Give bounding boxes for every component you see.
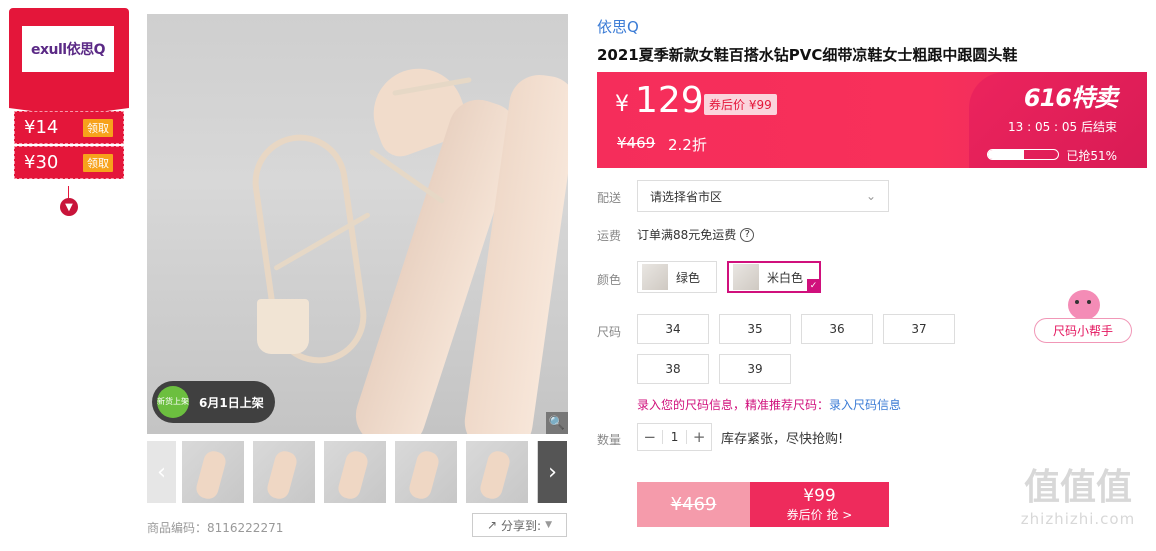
new-arrival-badge: 新货上架 6月1日上架 xyxy=(152,381,275,423)
price-currency: ¥ xyxy=(615,92,629,117)
promo-panel: 616特卖 13 : 05 : 05 后结束 已抢51% xyxy=(969,72,1147,168)
size-helper-button[interactable]: 尺码小帮手 xyxy=(1034,318,1132,343)
share-label: 分享到: xyxy=(501,518,542,533)
question-icon[interactable]: ? xyxy=(740,227,755,242)
quantity-label: 数量 xyxy=(597,433,622,447)
coupon-amount: ¥30 xyxy=(24,152,59,173)
arrival-date: 6月1日上架 xyxy=(199,395,264,410)
thumbnail[interactable] xyxy=(182,441,246,503)
chevron-left-icon: ‹ xyxy=(157,459,166,485)
coupon-amount: ¥14 xyxy=(24,117,59,138)
share-button[interactable]: ↗ 分享到: ▼ xyxy=(472,513,567,537)
region-select[interactable]: 请选择省市区 ⌄ xyxy=(637,180,889,212)
original-price: ¥469 xyxy=(617,134,656,152)
sold-progress xyxy=(987,149,1059,160)
color-option-beige[interactable]: 米白色 xyxy=(727,261,821,293)
chevron-right-icon: › xyxy=(548,459,557,485)
color-option-green[interactable]: 绿色 xyxy=(637,261,717,293)
mascot-icon xyxy=(1068,290,1100,320)
thumbnail-strip xyxy=(182,441,538,503)
freight-label: 运费 xyxy=(597,229,622,243)
quantity-stepper: − 1 + xyxy=(637,423,712,451)
size-hint: 录入您的尺码信息，精准推荐尺码：录入尺码信息 xyxy=(637,396,901,413)
new-arrival-dot: 新货上架 xyxy=(157,386,189,418)
thumbnail[interactable] xyxy=(324,441,386,503)
countdown: 13 : 05 : 05 后结束 xyxy=(1008,120,1117,134)
zoom-icon[interactable]: 🔍 xyxy=(546,412,568,434)
heel-shape xyxy=(257,299,309,354)
increase-button[interactable]: + xyxy=(687,428,711,446)
price-box: ¥ 129 券后价 ¥99 ¥469 2.2折 616特卖 13 : 05 : … xyxy=(597,72,1147,168)
thumbnail[interactable] xyxy=(466,441,528,503)
discount: 2.2折 xyxy=(668,136,707,154)
freight-info: 订单满88元免运费 ? xyxy=(637,226,755,243)
size-helper[interactable]: 尺码小帮手 xyxy=(1034,290,1132,345)
size-option[interactable]: 36 xyxy=(801,314,873,344)
after-coupon-price: 券后价 ¥99 xyxy=(704,94,777,115)
buy-price: ¥99 xyxy=(803,486,836,506)
color-swatch xyxy=(642,264,668,290)
size-label: 尺码 xyxy=(597,325,622,339)
stock-status: 库存紧张，尽快抢购! xyxy=(721,432,844,447)
brand-link[interactable]: 依思Q xyxy=(597,16,639,37)
size-option[interactable]: 35 xyxy=(719,314,791,344)
buy-button-group: ¥469 ¥99 券后价 抢 > xyxy=(637,482,889,527)
size-hint-text: 录入您的尺码信息，精准推荐尺码： xyxy=(637,398,830,412)
price-value: 129 xyxy=(635,80,704,121)
size-option[interactable]: 39 xyxy=(719,354,791,384)
coupon-30[interactable]: ¥30 领取 xyxy=(14,146,124,179)
claim-coupon-button[interactable]: 领取 xyxy=(83,118,113,137)
main-product-image[interactable]: 新货上架 6月1日上架 🔍 xyxy=(147,14,568,434)
promo-title: 616特卖 xyxy=(1023,84,1118,112)
buy-now-button[interactable]: ¥99 券后价 抢 > xyxy=(750,482,889,527)
buy-sub: 券后价 抢 > xyxy=(786,508,853,522)
color-name: 绿色 xyxy=(676,270,701,285)
size-option[interactable]: 37 xyxy=(883,314,955,344)
watermark-site: zhizhizhi.com xyxy=(1020,510,1136,528)
coupon-14[interactable]: ¥14 领取 xyxy=(14,111,124,144)
coupon-panel: exull依思Q ¥14 领取 ¥30 领取 ▼ xyxy=(9,8,129,216)
caret-down-icon: ▼ xyxy=(545,520,553,530)
brand-logo[interactable]: exull依思Q xyxy=(22,26,114,72)
size-info-link[interactable]: 录入尺码信息 xyxy=(829,398,901,412)
color-swatch xyxy=(733,264,759,290)
size-option[interactable]: 34 xyxy=(637,314,709,344)
claim-coupon-button[interactable]: 领取 xyxy=(83,153,113,172)
color-label: 颜色 xyxy=(597,273,622,287)
thumb-next-button[interactable]: › xyxy=(538,441,567,503)
watermark-main: 值值值 xyxy=(1023,467,1132,508)
product-code: 商品编码：8116222271 xyxy=(147,521,284,535)
decrease-button[interactable]: − xyxy=(638,428,662,446)
chevron-down-icon: ⌄ xyxy=(865,189,876,203)
sold-progress-fill xyxy=(988,150,1024,159)
quantity-input[interactable]: 1 xyxy=(661,430,688,444)
coupon-connector xyxy=(68,186,69,198)
size-option[interactable]: 38 xyxy=(637,354,709,384)
watermark: 值值值 zhizhizhi.com xyxy=(1004,468,1152,540)
freight-text: 订单满88元免运费 xyxy=(637,228,737,242)
product-title: 2021夏季新款女鞋百搭水钻PVC细带凉鞋女士粗跟中跟圆头鞋 xyxy=(597,46,1018,64)
region-select-value: 请选择省市区 xyxy=(650,189,723,204)
thumbnail[interactable] xyxy=(253,441,315,503)
thumb-prev-button[interactable]: ‹ xyxy=(147,441,176,503)
chevron-down-icon[interactable]: ▼ xyxy=(60,198,78,216)
share-icon: ↗ xyxy=(486,518,498,532)
sold-text: 已抢51% xyxy=(1066,149,1117,163)
color-name: 米白色 xyxy=(767,270,804,285)
original-price-button[interactable]: ¥469 xyxy=(637,482,750,527)
coupon-panel-header: exull依思Q xyxy=(9,8,129,116)
delivery-label: 配送 xyxy=(597,191,622,205)
thumbnail[interactable] xyxy=(395,441,457,503)
